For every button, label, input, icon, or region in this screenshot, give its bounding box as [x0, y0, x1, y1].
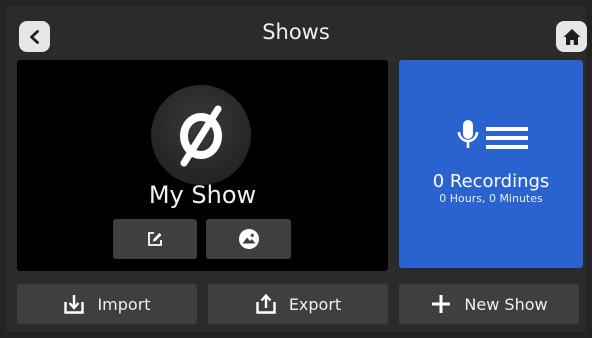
show-name: My Show — [148, 181, 257, 209]
show-card[interactable]: My Show — [17, 60, 388, 271]
import-button[interactable]: Import — [17, 284, 197, 324]
new-show-label: New Show — [464, 294, 548, 314]
recordings-card[interactable]: 0 Recordings 0 Hours, 0 Minutes — [399, 60, 583, 268]
page-title: Shows — [262, 20, 330, 44]
export-label: Export — [288, 294, 342, 314]
edit-show-button[interactable] — [113, 219, 197, 259]
recordings-duration: 0 Hours, 0 Minutes — [439, 192, 543, 205]
export-button[interactable]: Export — [208, 284, 388, 324]
home-icon — [563, 28, 580, 45]
change-image-button[interactable] — [206, 219, 291, 259]
microphone-list-icon — [457, 120, 528, 149]
empty-set-icon — [180, 105, 222, 167]
recordings-count: 0 Recordings — [432, 171, 550, 192]
edit-icon — [148, 232, 162, 246]
home-button[interactable] — [556, 21, 587, 52]
top-bar: Shows — [6, 6, 587, 58]
show-logo — [151, 85, 251, 185]
plus-icon — [432, 295, 451, 313]
import-icon — [64, 295, 85, 314]
import-label: Import — [97, 294, 151, 314]
new-show-button[interactable]: New Show — [399, 284, 579, 324]
image-icon — [238, 229, 259, 249]
export-icon — [256, 293, 276, 314]
